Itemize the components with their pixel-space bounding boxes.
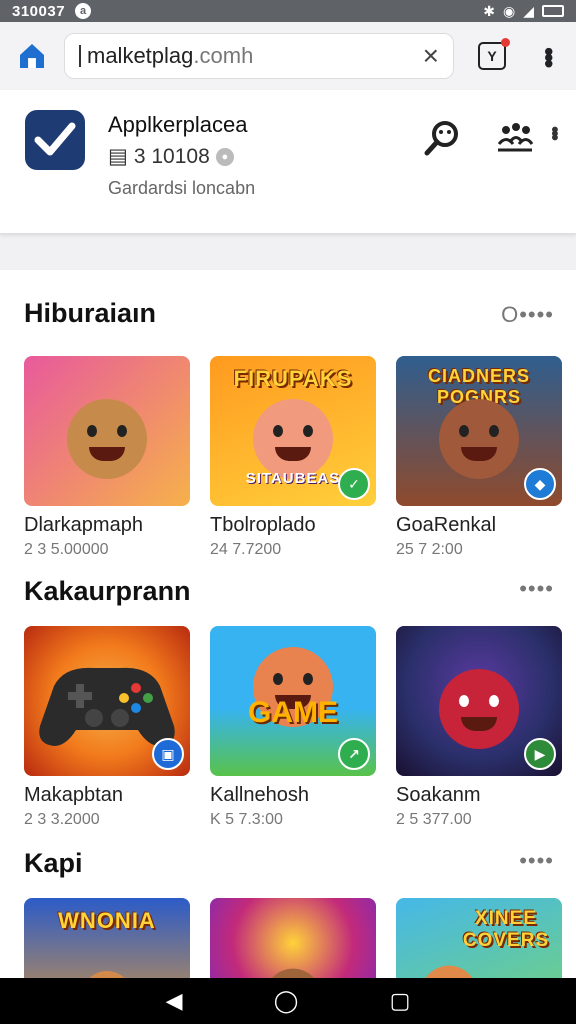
store-subtitle: Gardardsi loncabn [108,178,256,198]
app-name: Makapbtan [24,784,123,806]
tabs-count: Y [487,48,497,64]
app-thumbnail: FIRUPAKS SITAUBEAS ✓ [210,356,376,506]
app-card[interactable]: XINEE COVERS [396,898,562,978]
app-thumbnail: ▣ [24,626,190,776]
tabs-alert-dot [501,38,510,47]
character-illustration [67,399,147,479]
checkmark-icon [34,122,76,156]
wifi-icon: ◉ [503,2,516,19]
check-badge-icon: ✓ [338,468,370,500]
character-illustration [439,669,519,749]
app-card[interactable]: CIADNERS POGNRS ◆ GoaRenkal 25 7 2:00 [396,356,562,559]
notification-icon: a [75,3,92,19]
section-more-button[interactable]: •••• [519,576,554,602]
url-bar[interactable]: malketplag .comh × [64,33,454,79]
character-illustration [82,971,132,978]
app-thumbnail [210,898,376,978]
home-icon [20,44,44,68]
browser-menu-button[interactable]: ••• [534,47,564,65]
app-thumbnail: GAME ↗ [210,626,376,776]
url-host: malketplag [87,43,194,68]
app-meta: 2 3 5.00000 [24,541,109,558]
community-icon[interactable] [496,120,534,154]
app-thumbnail: WNONIA [24,898,190,978]
section-title-category: Kakaurprann [24,576,191,606]
back-icon[interactable]: ◀ [166,990,183,1012]
character-illustration [253,399,333,479]
thumbnail-title: FIRUPAKS [233,366,353,391]
rating-value: 3 10108 [133,144,210,168]
url-suffix: .comh [193,43,254,68]
character-illustration [421,965,478,978]
text-cursor [79,45,81,67]
thumbnail-title: XINEE COVERS [462,908,550,951]
app-meta: K 5 7.3:00 [210,811,283,828]
app-name: Dlarkapmaph [24,514,143,536]
app-meta: 2 3 3.2000 [24,811,100,828]
rating-icon: ▤ [108,145,128,168]
recents-icon[interactable]: ▢ [390,990,411,1012]
app-card[interactable]: Dlarkapmaph 2 3 5.00000 [24,356,190,559]
app-card[interactable]: WNONIA [24,898,190,978]
section-more-button[interactable]: •••• [519,848,554,874]
home-circle-icon[interactable]: ◯ [274,990,299,1012]
section-title-entertainment: Hiburaiaın [24,298,157,328]
home-button[interactable] [10,34,54,78]
system-nav-bar: ◀ ◯ ▢ [0,978,576,1024]
status-icons: ✱ ◉ ◢ [483,3,564,20]
app-thumbnail: XINEE COVERS [396,898,562,978]
character-illustration [439,399,519,479]
app-card[interactable]: ▣ Makapbtan 2 3 3.2000 [24,626,190,829]
thumbnail-title: WNONIA [58,908,156,933]
status-bar: 310037 a ✱ ◉ ◢ [0,0,576,22]
store-logo [25,110,85,170]
app-card[interactable]: ▶ Soakanm 2 5 377.00 [396,626,562,829]
app-meta: 2 5 377.00 [396,811,472,828]
app-card[interactable]: FIRUPAKS SITAUBEAS ✓ Tbolroplado 24 7.72… [210,356,376,559]
section-title-more: Kapi [24,848,83,878]
thumbnail-title: GAME [248,696,338,729]
browser-toolbar: malketplag .comh × Y ••• [0,22,576,90]
play-badge-icon: ▶ [524,738,556,770]
app-thumbnail: CIADNERS POGNRS ◆ [396,356,562,506]
clear-url-button[interactable]: × [423,42,439,70]
section-more-button[interactable]: O•••• [501,302,554,328]
app-card[interactable]: GAME ↗ Kallnehosh K 5 7.3:00 [210,626,376,829]
store-header: Applkerplacea ▤ 3 10108 ● Gardardsi lonc… [0,90,576,234]
tabs-button[interactable]: Y [478,38,510,70]
character-illustration [265,968,321,978]
app-meta: 25 7 2:00 [396,541,463,558]
bluetooth-icon: ✱ [483,2,495,19]
info-badge-icon[interactable]: ● [215,147,234,166]
store-content: Hiburaiaın O•••• Dlarkapmaph 2 3 5.00000… [0,270,576,978]
app-name: GoaRenkal [396,514,497,536]
battery-icon [542,5,564,17]
more-options-icon[interactable]: ••• [542,126,565,138]
status-time: 310037 [12,2,66,20]
signal-icon: ◢ [523,2,534,19]
store-badge-icon: ▣ [152,738,184,770]
game-badge-icon: ◆ [524,468,556,500]
store-name: Applkerplacea [108,112,248,137]
app-thumbnail: ▶ [396,626,562,776]
app-name: Tbolroplado [210,514,316,536]
app-card[interactable] [210,898,376,978]
app-thumbnail [24,356,190,506]
trend-badge-icon: ↗ [338,738,370,770]
app-name: Kallnehosh [210,784,309,806]
app-meta: 24 7.7200 [210,541,282,558]
search-icon[interactable] [422,118,462,158]
store-rating: ▤ 3 10108 ● [108,144,234,169]
app-name: Soakanm [396,784,481,806]
